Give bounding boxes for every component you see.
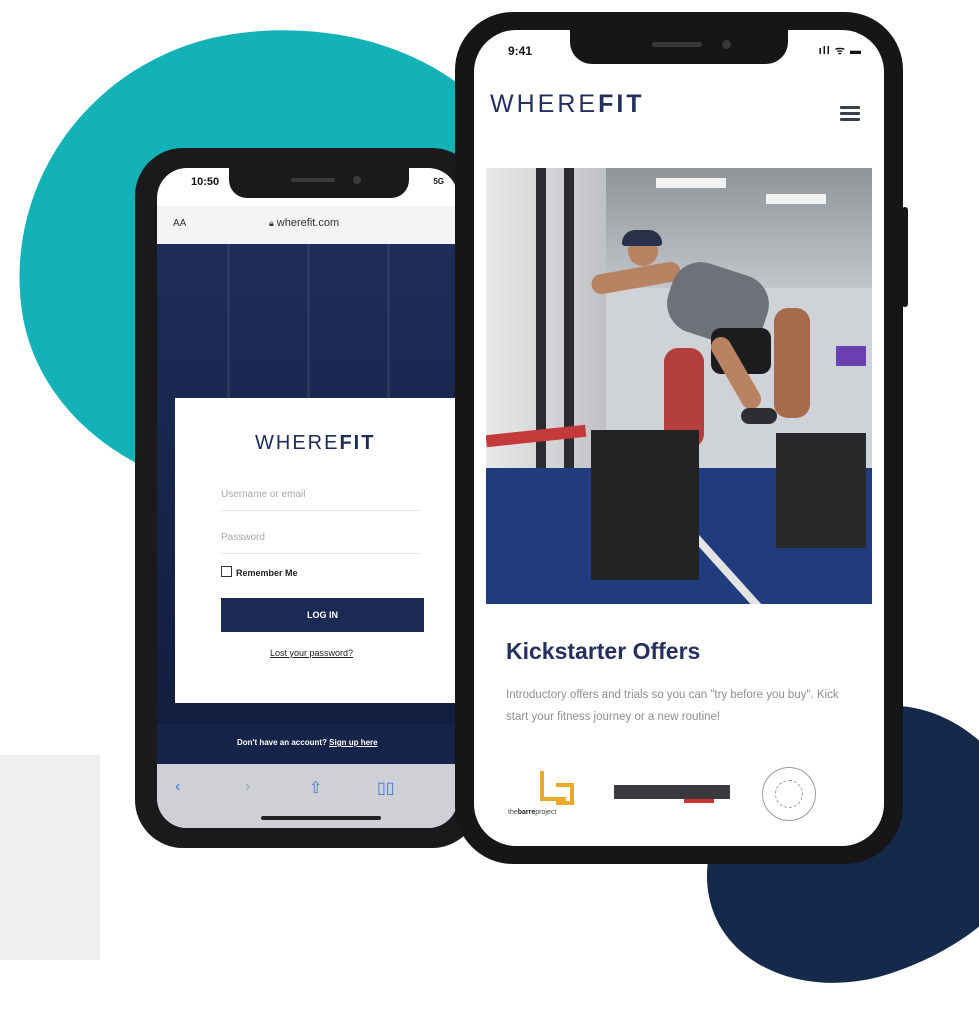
barre-project-logo[interactable]: thebarreproject [506, 765, 596, 825]
home-indicator [261, 816, 381, 820]
url-text: wherefit.com [276, 217, 340, 229]
light-beam [227, 244, 230, 404]
front-camera [722, 40, 731, 49]
text-size-button[interactable]: AA [173, 218, 186, 229]
password-field[interactable]: Password [221, 523, 421, 554]
partner-seal-logo[interactable] [762, 767, 816, 821]
barre-project-label: thebarreproject [508, 809, 557, 816]
login-card: WHEREFIT Username or email Password Reme… [175, 398, 458, 703]
back-phone: 10:50 5G AA 🔒︎ wherefit.com WHEREFIT User… [135, 148, 480, 848]
logo-light-text: WHERE [255, 432, 340, 454]
hamburger-icon[interactable] [840, 106, 860, 122]
share-icon[interactable]: ⇧ [309, 778, 322, 798]
speaker-grille [652, 42, 702, 47]
phone-notch [570, 30, 788, 64]
partner-logos: thebarreproject [506, 765, 866, 835]
username-field[interactable]: Username or email [221, 480, 421, 511]
bookmarks-icon[interactable]: ▯▯ [377, 778, 395, 798]
status-icons: ıll ᯤ ▬ [818, 45, 862, 57]
gray-background-panel [0, 755, 100, 960]
status-network: 5G [433, 177, 444, 186]
url-field[interactable]: 🔒︎ wherefit.com [269, 217, 339, 229]
light-beam [387, 244, 390, 404]
forward-icon[interactable]: › [245, 778, 250, 796]
logo-bold-text: FIT [598, 90, 645, 118]
lock-icon: 🔒︎ [269, 218, 274, 228]
section-title: Kickstarter Offers [506, 638, 701, 664]
section-description: Introductory offers and trials so you ca… [506, 689, 839, 723]
status-time: 10:50 [191, 176, 220, 188]
no-account-text: Don't have an account? [237, 738, 327, 747]
password-placeholder: Password [221, 532, 265, 543]
front-phone: 9:41 ıll ᯤ ▬ WHEREFIT Kickstarter Offers… [455, 12, 908, 864]
safari-address-bar[interactable]: AA 🔒︎ wherefit.com [157, 206, 458, 245]
checkbox-box[interactable] [221, 566, 232, 577]
back-icon[interactable]: ‹ [175, 778, 180, 796]
safari-toolbar: ‹ › ⇧ ▯▯ [157, 764, 458, 828]
status-time: 9:41 [508, 44, 533, 58]
back-phone-screen: 10:50 5G AA 🔒︎ wherefit.com WHEREFIT User… [157, 168, 458, 828]
logo-bold-text: FIT [339, 432, 376, 454]
signup-text: Don't have an account? Sign up here [237, 738, 378, 747]
light-beam [307, 244, 310, 404]
partner-logo-accent [684, 799, 714, 803]
barre-mark-icon [556, 783, 574, 805]
side-button [902, 207, 908, 307]
lost-password-link[interactable]: Lost your password? [270, 648, 353, 658]
logo-light-text: WHERE [490, 90, 599, 118]
front-phone-screen: 9:41 ıll ᯤ ▬ WHEREFIT Kickstarter Offers… [474, 30, 884, 846]
username-placeholder: Username or email [221, 489, 306, 500]
remember-me-checkbox[interactable]: Remember Me [221, 566, 298, 578]
partner-logo-banner[interactable] [614, 785, 730, 799]
wherefit-logo[interactable]: WHEREFIT [490, 90, 645, 119]
remember-me-label: Remember Me [236, 568, 298, 578]
wherefit-logo: WHEREFIT [255, 432, 375, 455]
signup-row: Don't have an account? Sign up here [157, 724, 458, 764]
seal-inner-ring [775, 780, 803, 808]
front-camera [353, 176, 361, 184]
phone-notch [229, 168, 409, 198]
gym-box-jump-photo [486, 168, 872, 604]
login-button[interactable]: LOG IN [221, 598, 424, 632]
speaker-grille [291, 178, 335, 182]
sign-up-link[interactable]: Sign up here [329, 738, 377, 747]
